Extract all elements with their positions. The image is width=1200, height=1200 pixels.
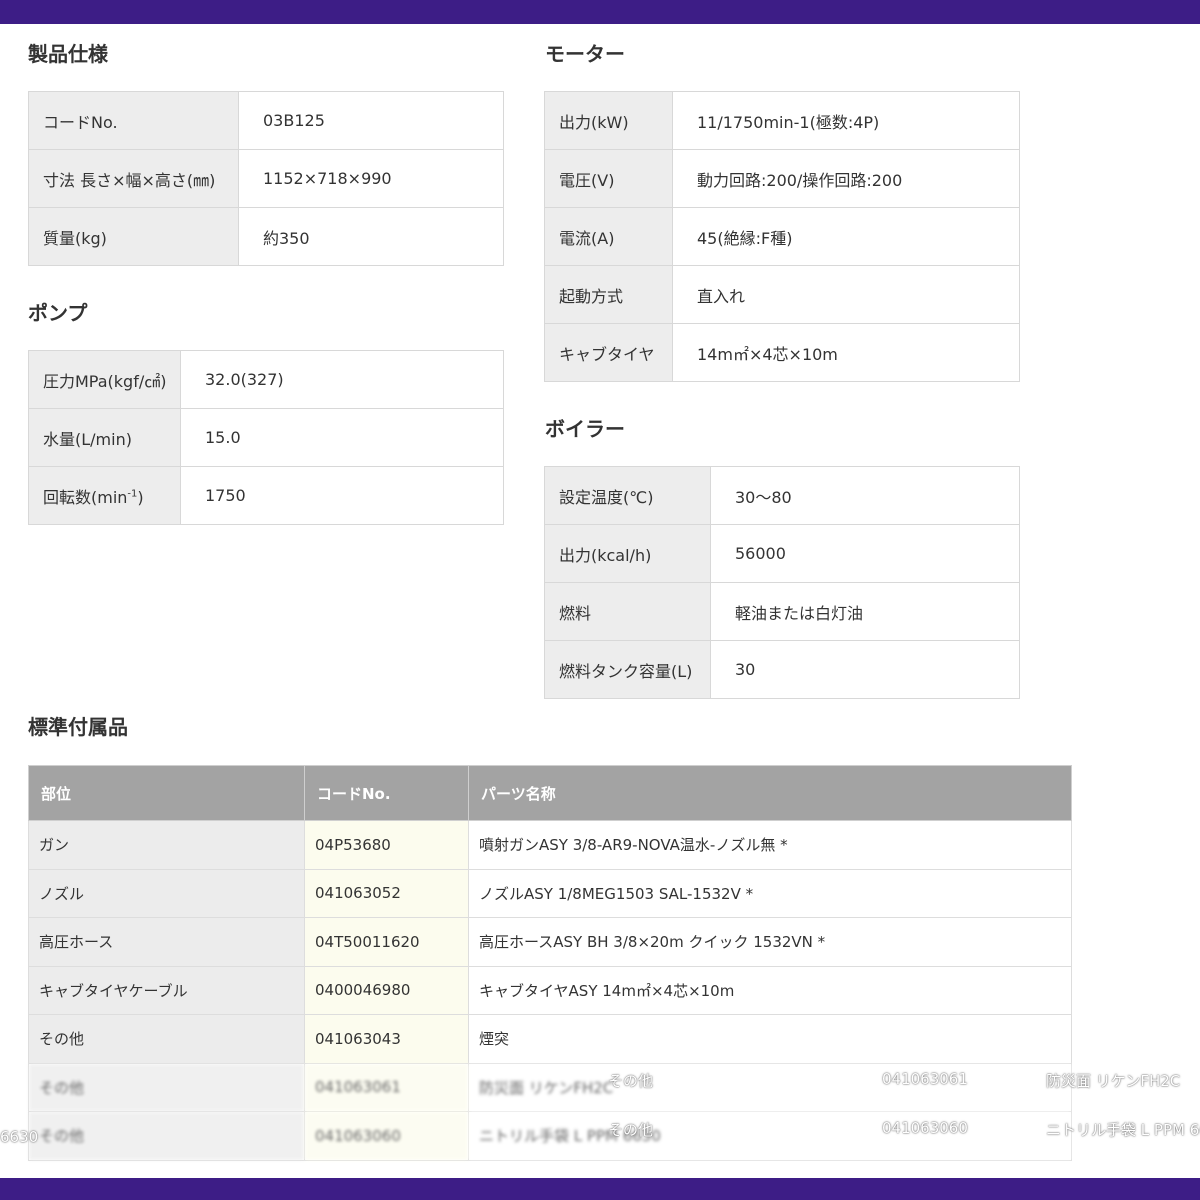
pump-row: 圧力MPa(kgf/㎠) 32.0(327) xyxy=(28,350,504,409)
ghost-text-part-name: ニトリル手袋 L PPM 6630 xyxy=(1046,1121,1200,1139)
motor-row: 起動方式 直入れ xyxy=(544,265,1020,324)
rpm-exponent: -1 xyxy=(127,488,138,500)
motor-label: 電流(A) xyxy=(544,207,673,266)
spec-label: 質量(kg) xyxy=(28,207,239,266)
boiler-value: 30〜80 xyxy=(710,466,1020,525)
ghost-text-part-name: 防災面 リケンFH2C xyxy=(1046,1072,1181,1090)
part-cell: キャブタイヤケーブル xyxy=(28,965,305,1015)
rpm-label: 回転数(min xyxy=(43,487,128,507)
part-cell: 高圧ホース xyxy=(28,917,305,967)
ghost-text-part: その他 xyxy=(608,1072,654,1090)
table-row: ガン 04P53680 噴射ガンASY 3/8-AR9-NOVA温水-ノズル無 … xyxy=(28,820,1072,870)
column-header-code: コードNo. xyxy=(304,765,469,821)
code-cell: 041063061 xyxy=(304,1062,469,1112)
boiler-label: 燃料 xyxy=(544,582,711,641)
boiler-row: 出力(kcal/h) 56000 xyxy=(544,524,1020,583)
column-header-part-name: パーツ名称 xyxy=(468,765,1072,821)
accessories-section-title: 標準付属品 xyxy=(28,715,128,739)
part-cell: ガン xyxy=(28,820,305,870)
spec-row: 質量(kg) 約350 xyxy=(28,207,504,266)
boiler-row: 燃料タンク容量(L) 30 xyxy=(544,640,1020,699)
pump-row: 水量(L/min) 15.0 xyxy=(28,408,504,467)
ghost-text-code: 041063061 xyxy=(882,1070,968,1088)
code-cell: 041063060 xyxy=(304,1111,469,1161)
pump-value: 15.0 xyxy=(180,408,504,467)
table-row: その他 041063043 煙突 xyxy=(28,1014,1072,1064)
boiler-value: 56000 xyxy=(710,524,1020,583)
motor-value: 11/1750min-1(極数:4P) xyxy=(672,91,1020,150)
spec-label: 寸法 長さ×幅×高さ(㎜) xyxy=(28,149,239,208)
pump-label: 回転数(min-1) xyxy=(28,466,181,525)
motor-label: キャブタイヤ xyxy=(544,323,673,382)
motor-table: 出力(kW) 11/1750min-1(極数:4P) 電圧(V) 動力回路:20… xyxy=(544,91,1020,382)
motor-label: 起動方式 xyxy=(544,265,673,324)
spec-value: 1152×718×990 xyxy=(238,149,504,208)
motor-section-title: モーター xyxy=(545,42,625,66)
pump-value: 32.0(327) xyxy=(180,350,504,409)
ghost-text-fragment: 6630 xyxy=(0,1128,39,1146)
spec-row: コードNo. 03B125 xyxy=(28,91,504,150)
motor-value: 45(絶縁:F種) xyxy=(672,207,1020,266)
boiler-row: 設定温度(℃) 30〜80 xyxy=(544,466,1020,525)
pump-row: 回転数(min-1) 1750 xyxy=(28,466,504,525)
code-cell: 041063043 xyxy=(304,1014,469,1064)
part-cell: ノズル xyxy=(28,868,305,918)
motor-row: 出力(kW) 11/1750min-1(極数:4P) xyxy=(544,91,1020,150)
motor-label: 電圧(V) xyxy=(544,149,673,208)
rpm-label-end: ) xyxy=(137,487,144,507)
motor-value: 動力回路:200/操作回路:200 xyxy=(672,149,1020,208)
spec-table: コードNo. 03B125 寸法 長さ×幅×高さ(㎜) 1152×718×990… xyxy=(28,91,504,266)
table-row: 高圧ホース 04T50011620 高圧ホースASY BH 3/8×20m クイ… xyxy=(28,917,1072,967)
part-name-cell: ニトリル手袋 L PPM 6630 xyxy=(468,1111,1072,1161)
spec-value: 約350 xyxy=(238,207,504,266)
boiler-table: 設定温度(℃) 30〜80 出力(kcal/h) 56000 燃料 軽油または白… xyxy=(544,466,1020,699)
part-name-cell: ノズルASY 1/8MEG1503 SAL-1532V * xyxy=(468,868,1072,918)
motor-value: 直入れ xyxy=(672,265,1020,324)
boiler-row: 燃料 軽油または白灯油 xyxy=(544,582,1020,641)
accessories-table: 部位 コードNo. パーツ名称 ガン 04P53680 噴射ガンASY 3/8-… xyxy=(28,765,1072,1161)
motor-row: 電流(A) 45(絶縁:F種) xyxy=(544,207,1020,266)
pump-label: 圧力MPa(kgf/㎠) xyxy=(28,350,181,409)
part-name-cell: 防災面 リケンFH2C xyxy=(468,1062,1072,1112)
motor-row: キャブタイヤ 14m㎡×4芯×10m xyxy=(544,323,1020,382)
motor-value: 14m㎡×4芯×10m xyxy=(672,323,1020,382)
column-header-part: 部位 xyxy=(28,765,305,821)
part-name-cell: 煙突 xyxy=(468,1014,1072,1064)
ghost-text-code: 041063060 xyxy=(882,1119,968,1137)
table-row: キャブタイヤケーブル 0400046980 キャブタイヤASY 14m㎡×4芯×… xyxy=(28,965,1072,1015)
motor-row: 電圧(V) 動力回路:200/操作回路:200 xyxy=(544,149,1020,208)
pump-section-title: ポンプ xyxy=(28,301,88,325)
boiler-label: 燃料タンク容量(L) xyxy=(544,640,711,699)
code-cell: 041063052 xyxy=(304,868,469,918)
spec-section-title: 製品仕様 xyxy=(28,42,108,66)
pump-label: 水量(L/min) xyxy=(28,408,181,467)
boiler-value: 30 xyxy=(710,640,1020,699)
top-bar xyxy=(0,0,1200,24)
part-name-cell: キャブタイヤASY 14m㎡×4芯×10m xyxy=(468,965,1072,1015)
spec-label: コードNo. xyxy=(28,91,239,150)
boiler-label: 設定温度(℃) xyxy=(544,466,711,525)
code-cell: 04P53680 xyxy=(304,820,469,870)
boiler-section-title: ボイラー xyxy=(545,417,625,441)
ghost-text-part: その他 xyxy=(608,1121,654,1139)
accessories-header-row: 部位 コードNo. パーツ名称 xyxy=(28,765,1072,821)
bottom-bar xyxy=(0,1178,1200,1200)
pump-table: 圧力MPa(kgf/㎠) 32.0(327) 水量(L/min) 15.0 回転… xyxy=(28,350,504,525)
boiler-label: 出力(kcal/h) xyxy=(544,524,711,583)
part-cell: その他 xyxy=(28,1062,305,1112)
table-row: ノズル 041063052 ノズルASY 1/8MEG1503 SAL-1532… xyxy=(28,868,1072,918)
spec-row: 寸法 長さ×幅×高さ(㎜) 1152×718×990 xyxy=(28,149,504,208)
code-cell: 0400046980 xyxy=(304,965,469,1015)
code-cell: 04T50011620 xyxy=(304,917,469,967)
part-cell: その他 xyxy=(28,1111,305,1161)
motor-label: 出力(kW) xyxy=(544,91,673,150)
pump-value: 1750 xyxy=(180,466,504,525)
boiler-value: 軽油または白灯油 xyxy=(710,582,1020,641)
part-name-cell: 噴射ガンASY 3/8-AR9-NOVA温水-ノズル無 * xyxy=(468,820,1072,870)
part-cell: その他 xyxy=(28,1014,305,1064)
part-name-cell: 高圧ホースASY BH 3/8×20m クイック 1532VN * xyxy=(468,917,1072,967)
spec-value: 03B125 xyxy=(238,91,504,150)
